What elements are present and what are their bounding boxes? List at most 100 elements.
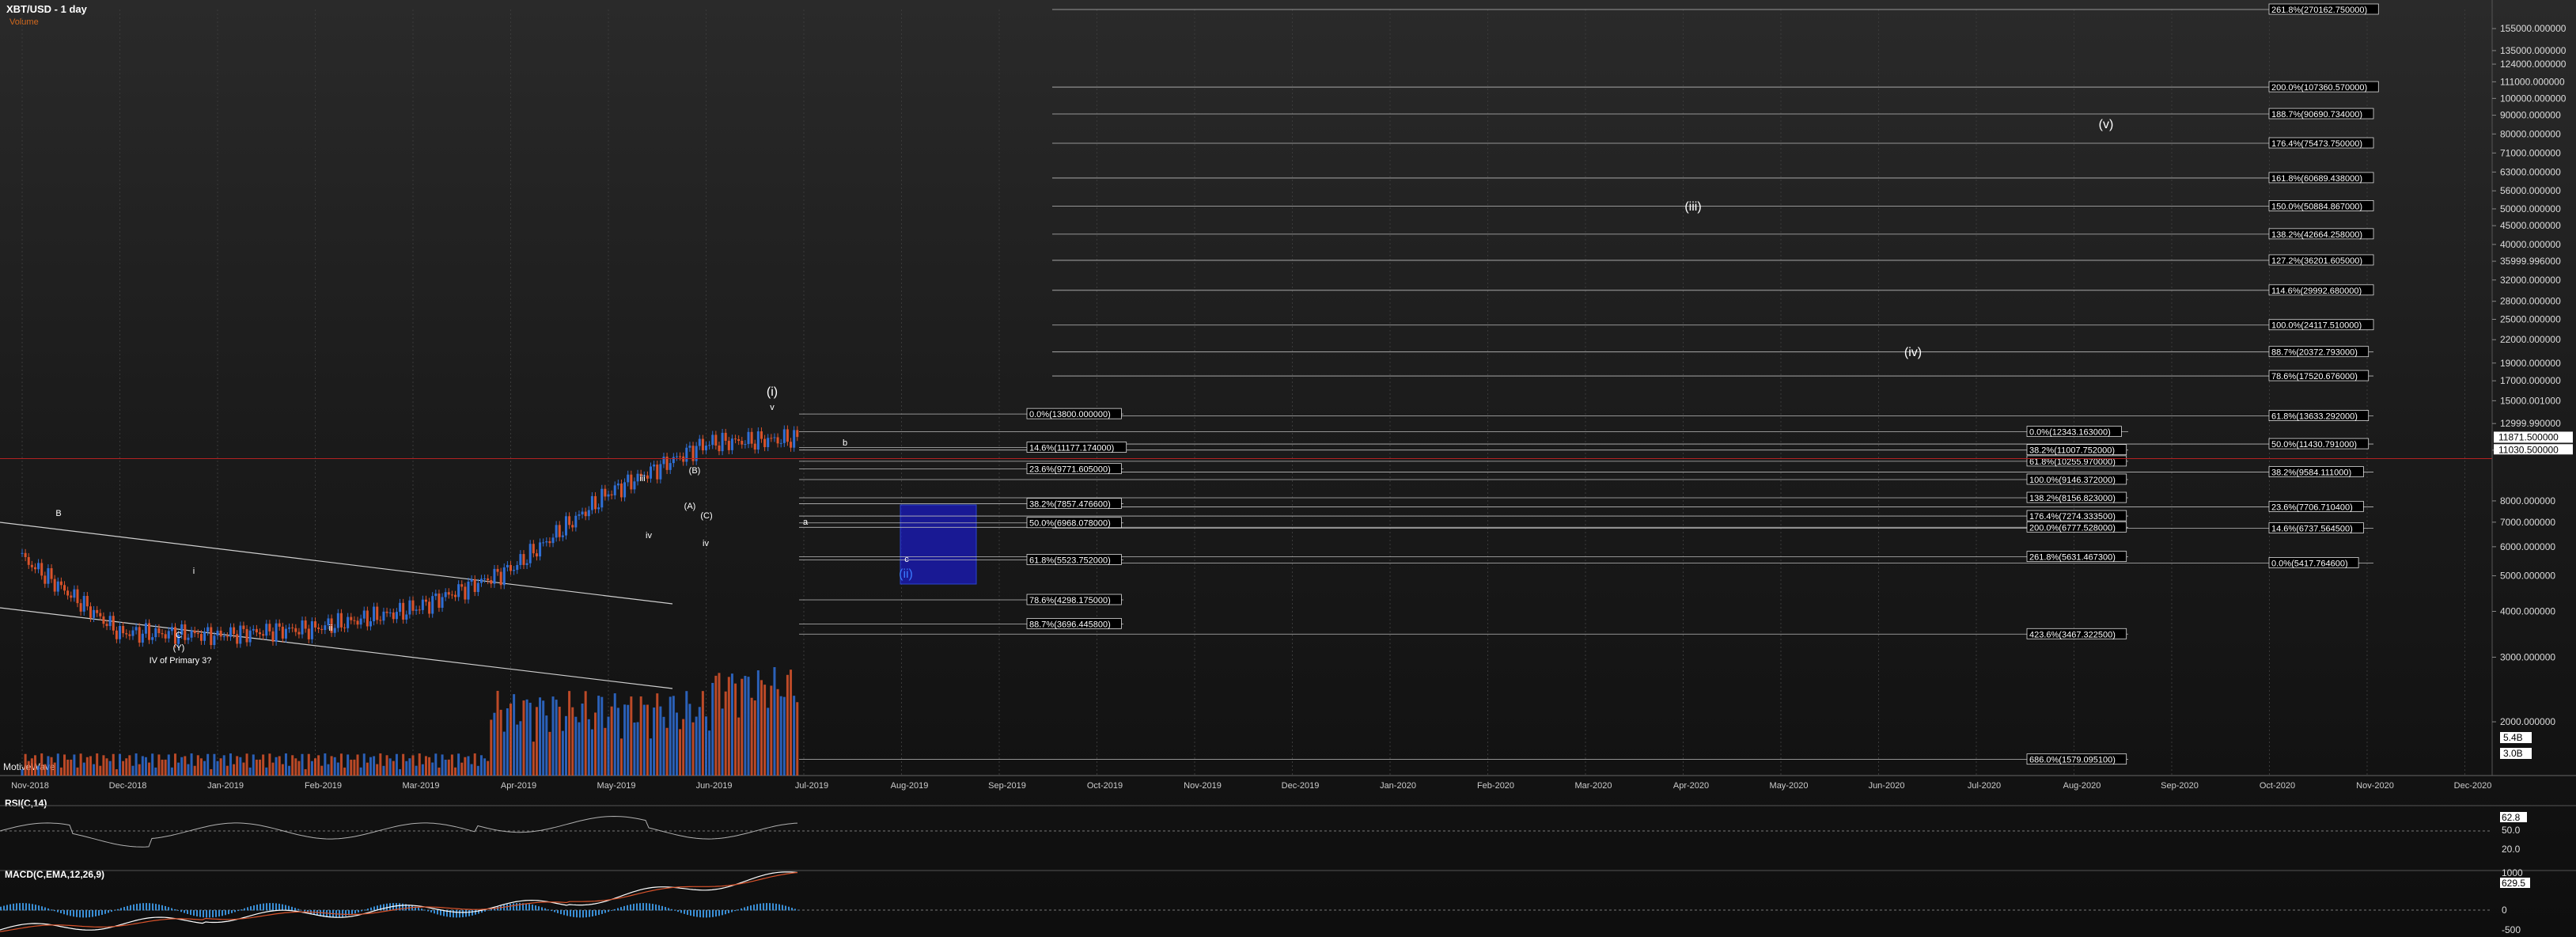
candle	[284, 628, 287, 639]
macd-hist-bar	[161, 905, 163, 911]
candle	[76, 589, 79, 604]
candle	[99, 613, 102, 616]
macd-hist-bar	[756, 904, 758, 911]
volume-bar	[369, 757, 372, 776]
macd-hist-bar	[275, 903, 277, 911]
candle	[441, 597, 444, 608]
x-tick-label: May-2020	[1770, 781, 1809, 791]
candle	[727, 441, 730, 450]
fib-right-label: 138.2%(42664.258000)	[2271, 230, 2362, 240]
macd-hist-bar	[772, 903, 774, 911]
volume-bar	[297, 761, 301, 776]
volume-bar	[252, 754, 255, 776]
wave-label: (ii)	[899, 567, 913, 581]
macd-hist-bar	[89, 910, 90, 918]
candle	[128, 634, 131, 636]
volume-bar	[47, 756, 50, 776]
macd-hist-bar	[130, 905, 131, 911]
volume-bar	[730, 673, 733, 776]
price-chart[interactable]: 261.8%(270162.750000) 200.0%(107360.57000…	[0, 0, 2576, 937]
candle	[479, 579, 483, 583]
fib-left-label: 0.0%(13800.000000)	[1029, 410, 1111, 419]
macd-hist-bar	[566, 910, 568, 916]
macd-tick-label: 1000	[2502, 867, 2523, 878]
volume-bar	[760, 680, 763, 776]
candle	[362, 610, 366, 619]
volume-bar	[265, 767, 268, 776]
macd-hist-bar	[38, 905, 40, 911]
volume-bar	[737, 717, 741, 776]
x-tick-label: Feb-2020	[1477, 781, 1514, 791]
volume-bar	[619, 738, 623, 776]
candle	[418, 609, 421, 611]
macd-hist-bar	[294, 908, 296, 911]
candle	[102, 616, 105, 624]
macd-hist-bar	[424, 909, 426, 911]
macd-hist-bar	[203, 910, 204, 918]
macd-hist-bar	[785, 905, 786, 911]
macd-panel: 1000629.5 0 -500	[0, 867, 2576, 935]
candle	[662, 457, 665, 465]
fib-left-label: 50.0%(6968.078000)	[1029, 519, 1111, 529]
volume-bar	[698, 707, 701, 776]
macd-hist-bar	[699, 910, 701, 918]
candle	[604, 488, 607, 497]
candle	[786, 429, 789, 442]
macd-hist-bar	[364, 909, 366, 911]
macd-hist-bar	[782, 905, 783, 911]
candle	[510, 564, 512, 571]
macd-hist-bar	[190, 910, 191, 916]
candle	[310, 621, 313, 639]
x-tick-label: Nov-2019	[1184, 781, 1222, 791]
fib-right-label: 50.0%(11430.791000)	[2271, 440, 2357, 450]
candle	[672, 457, 675, 464]
volume-bar	[395, 753, 398, 776]
macd-hist-bar	[146, 903, 147, 911]
candle	[333, 628, 336, 633]
macd-hist-bar	[354, 910, 356, 914]
volume-bar	[122, 761, 125, 776]
macd-hist-bar	[361, 910, 362, 912]
macd-hist-bar	[171, 908, 172, 911]
x-tick-label: Jul-2020	[1968, 781, 2001, 791]
candle	[473, 579, 476, 593]
fib-right-label: 0.0%(5417.764600)	[2271, 559, 2348, 568]
candle	[519, 554, 522, 565]
macd-hist-bar	[218, 910, 220, 917]
macd-hist-bar	[528, 904, 530, 911]
candle	[490, 580, 493, 584]
candle	[138, 627, 141, 643]
macd-hist-bar	[430, 910, 432, 912]
volume-bar	[415, 765, 418, 776]
volume-bar	[376, 764, 379, 776]
candle	[392, 612, 395, 620]
candle	[600, 488, 604, 508]
y-tick-label: 6000.000000	[2500, 541, 2555, 552]
candle	[239, 625, 242, 644]
macd-hist-bar	[228, 910, 229, 915]
volume-bar	[616, 707, 619, 776]
volume-bar	[350, 759, 353, 776]
volume-bar	[450, 754, 453, 776]
volume-bar	[793, 696, 796, 776]
candle	[210, 627, 213, 646]
candle	[225, 635, 229, 637]
volume-bar	[627, 704, 630, 776]
macd-hist-bar	[117, 909, 119, 911]
macd-hist-bar	[54, 910, 55, 912]
volume-bar	[790, 670, 793, 776]
fib-left-label: 38.2%(7857.476600)	[1029, 500, 1111, 510]
volume-bar	[291, 755, 294, 776]
macd-hist-bar	[351, 910, 353, 915]
macd-hist-bar	[222, 910, 223, 916]
candle	[385, 611, 388, 613]
volume-bar	[288, 765, 291, 776]
macd-hist-bar	[525, 903, 527, 911]
candle	[721, 432, 724, 452]
candle	[399, 602, 402, 613]
macd-hist-bar	[358, 910, 359, 912]
y-tick-label: 28000.000000	[2500, 296, 2561, 307]
macd-hist-bar	[563, 910, 565, 916]
macd-hist-bar	[297, 909, 299, 911]
candle	[741, 441, 744, 445]
